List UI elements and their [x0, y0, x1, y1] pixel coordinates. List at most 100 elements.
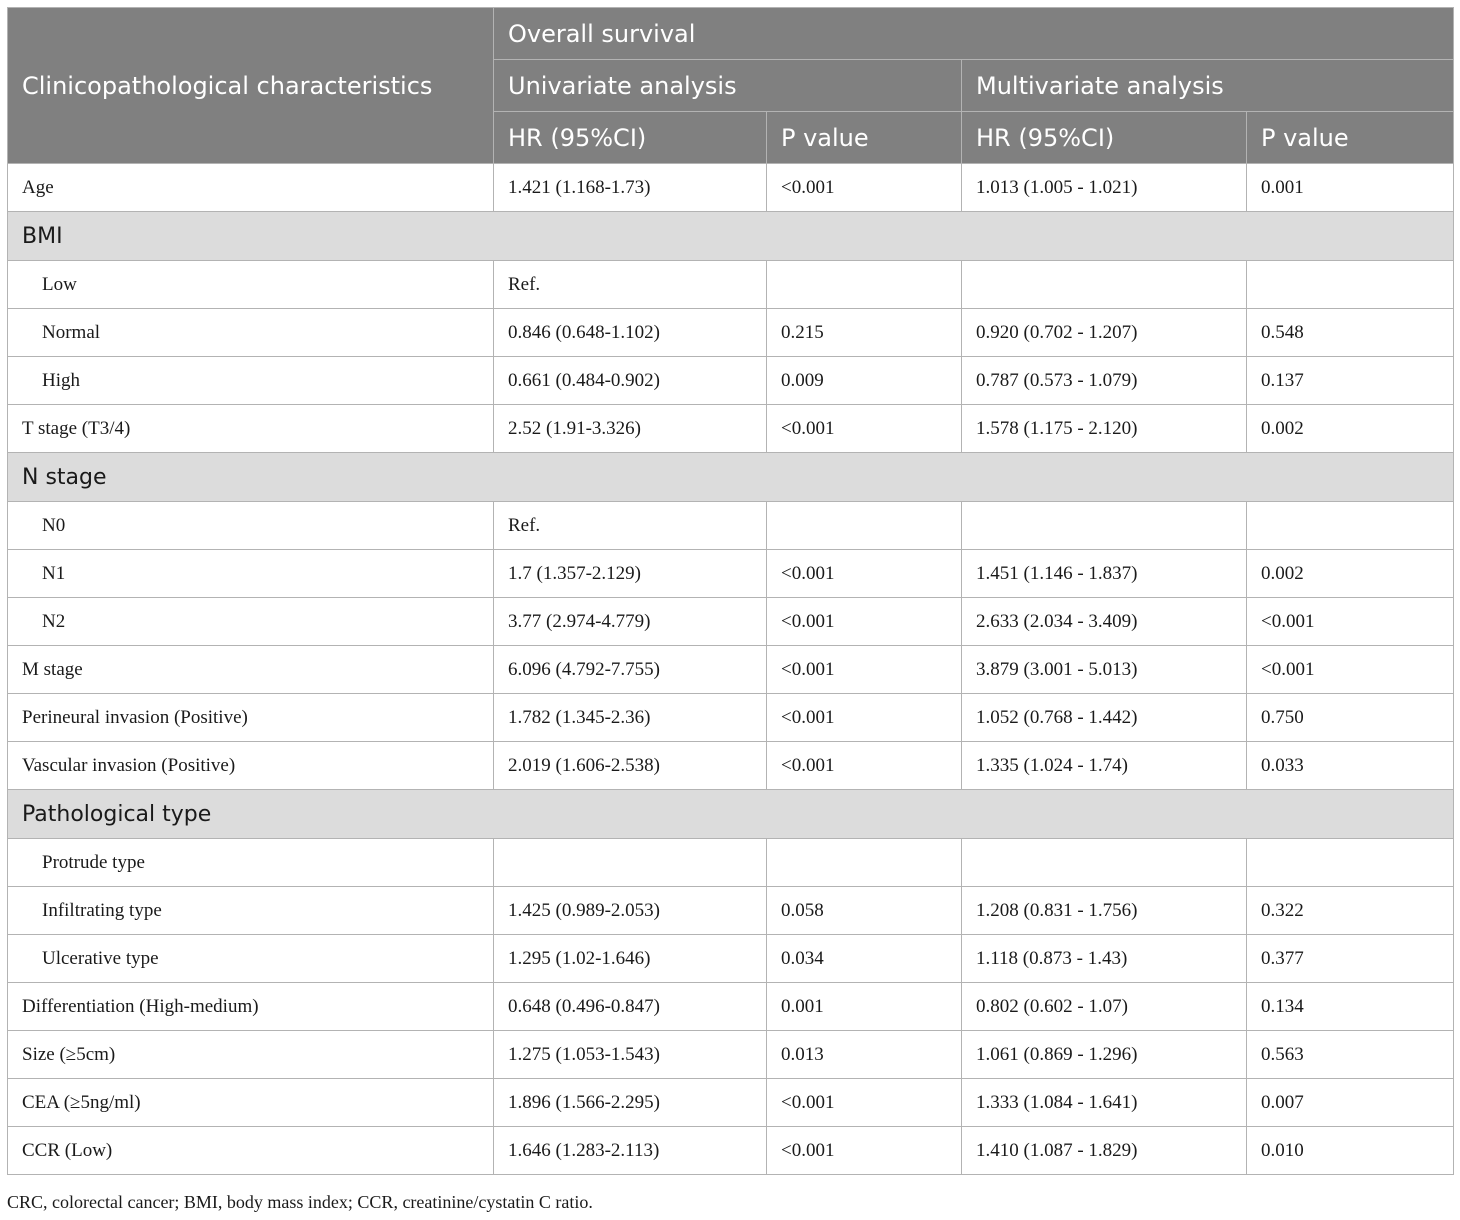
row-label-cell: CCR (Low) [7, 1126, 494, 1175]
row-label-cell: Low [7, 260, 494, 309]
multivariate-p-cell [1246, 501, 1454, 550]
univariate-p-cell: 0.215 [766, 308, 962, 357]
multivariate-hr-cell: 1.052 (0.768 - 1.442) [961, 693, 1247, 742]
table-row: CCR (Low) 1.646 (1.283-2.113) <0.001 1.410 … [7, 1126, 1454, 1175]
univariate-p-cell: <0.001 [766, 163, 962, 212]
multivariate-p-cell: 0.750 [1246, 693, 1454, 742]
multivariate-hr-cell: 1.208 (0.831 - 1.756) [961, 886, 1247, 935]
multivariate-p-cell: 0.001 [1246, 163, 1454, 212]
multivariate-p-cell: <0.001 [1246, 597, 1454, 646]
univariate-p-cell: <0.001 [766, 549, 962, 598]
univariate-p-cell: <0.001 [766, 1126, 962, 1175]
row-label-cell: Normal [7, 308, 494, 357]
header-univariate: Univariate analysis [493, 59, 962, 112]
table-row: Differentiation (High-medium) 0.648 (0.49… [7, 982, 1454, 1031]
multivariate-hr-cell: 0.787 (0.573 - 1.079) [961, 356, 1247, 405]
row-label-cell: High [7, 356, 494, 405]
multivariate-hr-cell [961, 838, 1247, 887]
row-label-cell: Protrude type [7, 838, 494, 887]
table-row: N1 1.7 (1.357-2.129) <0.001 1.451 (1.146 - … [7, 549, 1454, 598]
multivariate-p-cell [1246, 260, 1454, 309]
table-header: Clinicopathological characteristics Over… [7, 7, 1454, 164]
univariate-hr-cell [493, 838, 767, 887]
multivariate-p-cell: 0.548 [1246, 308, 1454, 357]
group-label: N stage [7, 452, 1454, 502]
univariate-hr-cell: 1.295 (1.02-1.646) [493, 934, 767, 983]
univariate-p-cell: <0.001 [766, 597, 962, 646]
table-row: N2 3.77 (2.974-4.779) <0.001 2.633 (2.034 -… [7, 597, 1454, 646]
multivariate-hr-cell: 0.920 (0.702 - 1.207) [961, 308, 1247, 357]
univariate-p-cell [766, 838, 962, 887]
multivariate-p-cell: 0.002 [1246, 549, 1454, 598]
row-label-cell: N0 [7, 501, 494, 550]
multivariate-hr-cell: 1.333 (1.084 - 1.641) [961, 1078, 1247, 1127]
univariate-hr-cell: 0.648 (0.496-0.847) [493, 982, 767, 1031]
table-container: Clinicopathological characteristics Over… [7, 7, 1454, 1175]
survival-table: Clinicopathological characteristics Over… [7, 7, 1454, 1175]
row-label-cell: Ulcerative type [7, 934, 494, 983]
row-label-cell: N2 [7, 597, 494, 646]
multivariate-hr-cell: 1.578 (1.175 - 2.120) [961, 404, 1247, 453]
table-row: M stage 6.096 (4.792-7.755) <0.001 3.879 (3… [7, 645, 1454, 694]
header-overall-survival: Overall survival [493, 7, 1454, 60]
multivariate-p-cell: 0.007 [1246, 1078, 1454, 1127]
multivariate-hr-cell: 1.410 (1.087 - 1.829) [961, 1126, 1247, 1175]
group-header-row: Pathological type [7, 789, 1454, 839]
univariate-p-cell: <0.001 [766, 693, 962, 742]
multivariate-hr-cell: 2.633 (2.034 - 3.409) [961, 597, 1247, 646]
univariate-hr-cell: 6.096 (4.792-7.755) [493, 645, 767, 694]
row-label-cell: CEA (≥5ng/ml) [7, 1078, 494, 1127]
row-label-cell: Infiltrating type [7, 886, 494, 935]
univariate-p-cell: 0.001 [766, 982, 962, 1031]
table-row: CEA (≥5ng/ml) 1.896 (1.566-2.295) <0.001 1.… [7, 1078, 1454, 1127]
multivariate-p-cell: 0.002 [1246, 404, 1454, 453]
univariate-hr-cell: 2.019 (1.606-2.538) [493, 741, 767, 790]
univariate-hr-cell: 2.52 (1.91-3.326) [493, 404, 767, 453]
univariate-hr-cell: Ref. [493, 501, 767, 550]
univariate-hr-cell: 0.661 (0.484-0.902) [493, 356, 767, 405]
univariate-hr-cell: 1.896 (1.566-2.295) [493, 1078, 767, 1127]
header-hr-multivariate: HR (95%CI) [961, 111, 1247, 164]
multivariate-p-cell: <0.001 [1246, 645, 1454, 694]
multivariate-p-cell [1246, 838, 1454, 887]
row-label-cell: Perineural invasion (Positive) [7, 693, 494, 742]
multivariate-p-cell: 0.134 [1246, 982, 1454, 1031]
row-label-cell: N1 [7, 549, 494, 598]
univariate-p-cell: 0.058 [766, 886, 962, 935]
univariate-p-cell [766, 501, 962, 550]
group-label: Pathological type [7, 789, 1454, 839]
univariate-hr-cell: 1.7 (1.357-2.129) [493, 549, 767, 598]
multivariate-p-cell: 0.377 [1246, 934, 1454, 983]
table-row: Perineural invasion (Positive) 1.782 (1.3… [7, 693, 1454, 742]
multivariate-hr-cell: 1.451 (1.146 - 1.837) [961, 549, 1247, 598]
table-row: Age 1.421 (1.168-1.73) <0.001 1.013 (1.005 … [7, 163, 1454, 212]
univariate-hr-cell: 0.846 (0.648-1.102) [493, 308, 767, 357]
multivariate-hr-cell [961, 501, 1247, 550]
table-row: Normal 0.846 (0.648-1.102) 0.215 0.920 (0.7… [7, 308, 1454, 357]
table-footnote: CRC, colorectal cancer; BMI, body mass i… [7, 1192, 593, 1212]
table-row: N0 Ref. [7, 501, 1454, 550]
multivariate-hr-cell: 3.879 (3.001 - 5.013) [961, 645, 1247, 694]
univariate-p-cell: <0.001 [766, 1078, 962, 1127]
univariate-p-cell: 0.013 [766, 1030, 962, 1079]
multivariate-p-cell: 0.137 [1246, 356, 1454, 405]
multivariate-p-cell: 0.563 [1246, 1030, 1454, 1079]
univariate-p-cell [766, 260, 962, 309]
row-label-cell: T stage (T3/4) [7, 404, 494, 453]
univariate-hr-cell: 1.646 (1.283-2.113) [493, 1126, 767, 1175]
univariate-p-cell: <0.001 [766, 645, 962, 694]
group-label: BMI [7, 211, 1454, 261]
table-row: Vascular invasion (Positive) 2.019 (1.606… [7, 741, 1454, 790]
row-label-cell: Differentiation (High-medium) [7, 982, 494, 1031]
multivariate-hr-cell: 1.118 (0.873 - 1.43) [961, 934, 1247, 983]
multivariate-p-cell: 0.322 [1246, 886, 1454, 935]
multivariate-hr-cell: 1.335 (1.024 - 1.74) [961, 741, 1247, 790]
multivariate-hr-cell: 1.013 (1.005 - 1.021) [961, 163, 1247, 212]
univariate-p-cell: <0.001 [766, 741, 962, 790]
multivariate-p-cell: 0.033 [1246, 741, 1454, 790]
table-row: Ulcerative type 1.295 (1.02-1.646) 0.034 1.… [7, 934, 1454, 983]
multivariate-hr-cell [961, 260, 1247, 309]
header-multivariate: Multivariate analysis [961, 59, 1454, 112]
univariate-hr-cell: 1.275 (1.053-1.543) [493, 1030, 767, 1079]
group-header-row: BMI [7, 211, 1454, 261]
